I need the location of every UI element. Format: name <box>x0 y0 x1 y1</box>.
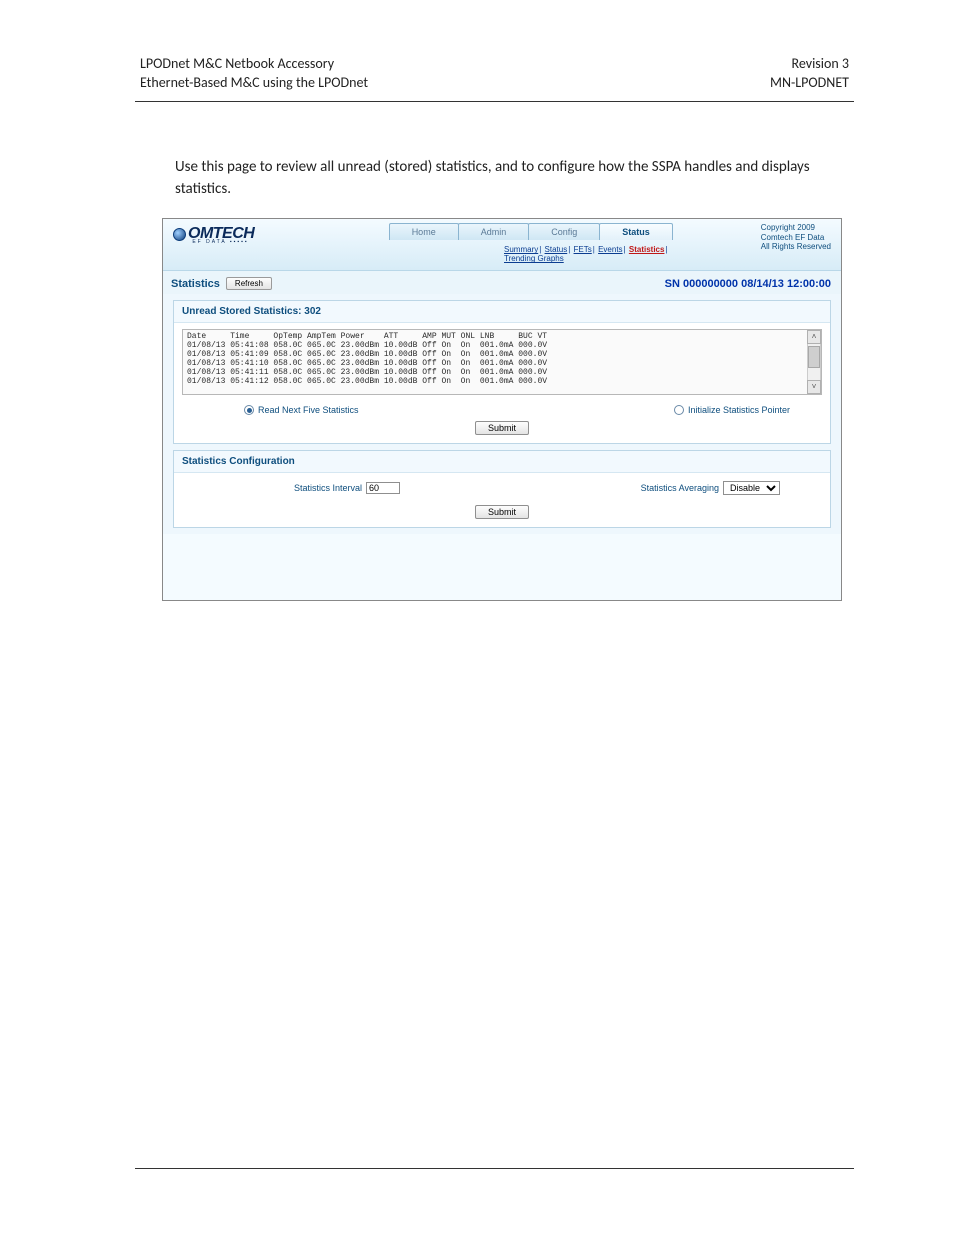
header-left-1: LPODnet M&C Netbook Accessory <box>140 55 368 74</box>
subnav-trending[interactable]: Trending Graphs <box>504 254 564 263</box>
tab-config[interactable]: Config <box>528 223 600 240</box>
sub-nav: Summary| Status| FETs| Events| Statistic… <box>503 245 668 263</box>
logo-subtext: EF DATA ▪▪▪▪▪ <box>192 239 248 245</box>
tab-home[interactable]: Home <box>389 223 459 240</box>
submit-button-stats[interactable]: Submit <box>475 421 529 435</box>
stats-header-row: Date Time OpTemp AmpTem Power ATT AMP MU… <box>187 332 547 341</box>
header-left-2: Ethernet-Based M&C using the LPODnet <box>140 74 368 93</box>
radio-read-next[interactable]: Read Next Five Statistics <box>244 405 359 415</box>
document-header: LPODnet M&C Netbook Accessory Ethernet-B… <box>135 0 854 102</box>
refresh-button[interactable]: Refresh <box>226 277 272 290</box>
unread-stats-title: Unread Stored Statistics: 302 <box>174 301 830 323</box>
radio-icon <box>674 405 684 415</box>
tab-admin[interactable]: Admin <box>458 223 530 240</box>
submit-button-config[interactable]: Submit <box>475 505 529 519</box>
unread-stats-panel: Unread Stored Statistics: 302 Date Time … <box>173 300 831 444</box>
stats-textarea[interactable]: Date Time OpTemp AmpTem Power ATT AMP MU… <box>182 329 822 395</box>
header-right-2: MN-LPODNET <box>770 74 849 93</box>
stats-row: 01/08/13 05:41:09 058.0C 065.0C 23.00dBm… <box>187 350 547 359</box>
subnav-status[interactable]: Status <box>545 245 568 254</box>
subnav-statistics[interactable]: Statistics <box>629 245 665 254</box>
interval-input[interactable] <box>366 482 400 494</box>
scroll-down-icon[interactable]: ˅ <box>807 380 821 394</box>
page-title: Statistics <box>171 278 220 290</box>
subnav-events[interactable]: Events <box>598 245 622 254</box>
footer-rule <box>135 1168 854 1169</box>
serial-datetime: SN 000000000 08/14/13 12:00:00 <box>665 278 831 290</box>
stats-config-title: Statistics Configuration <box>174 451 830 473</box>
tab-status[interactable]: Status <box>599 223 673 240</box>
main-tabs: Home Admin Config Status <box>389 223 672 240</box>
copyright: Copyright 2009 Comtech EF Data All Right… <box>761 223 831 252</box>
radio-icon <box>244 405 254 415</box>
stats-row: 01/08/13 05:41:12 058.0C 065.0C 23.00dBm… <box>187 377 547 386</box>
scroll-thumb[interactable] <box>808 346 820 368</box>
radio-init-pointer[interactable]: Initialize Statistics Pointer <box>674 405 790 415</box>
stats-config-panel: Statistics Configuration Statistics Inte… <box>173 450 831 528</box>
averaging-label: Statistics Averaging <box>641 483 719 493</box>
subnav-fets[interactable]: FETs <box>574 245 592 254</box>
scroll-up-icon[interactable]: ˄ <box>807 330 821 344</box>
interval-label: Statistics Interval <box>294 483 362 493</box>
averaging-select[interactable]: Disable <box>723 481 780 495</box>
logo-globe-icon <box>173 228 186 241</box>
subnav-summary[interactable]: Summary <box>504 245 538 254</box>
header-right-1: Revision 3 <box>770 55 849 74</box>
intro-paragraph: Use this page to review all unread (stor… <box>175 157 844 201</box>
screenshot-frame: OMTECH EF DATA ▪▪▪▪▪ Home Admin Config S… <box>162 218 842 601</box>
stats-row: 01/08/13 05:41:10 058.0C 065.0C 23.00dBm… <box>187 359 547 368</box>
stats-row: 01/08/13 05:41:08 058.0C 065.0C 23.00dBm… <box>187 341 547 350</box>
stats-row: 01/08/13 05:41:11 058.0C 065.0C 23.00dBm… <box>187 368 547 377</box>
